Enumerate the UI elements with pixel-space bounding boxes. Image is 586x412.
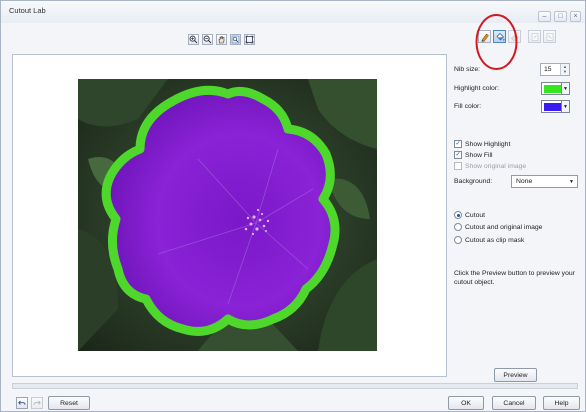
preview-help-text: Click the Preview button to preview your… xyxy=(454,270,575,286)
show-highlight-checkbox[interactable]: ✓ Show Highlight xyxy=(454,140,510,148)
background-value: None xyxy=(516,178,533,185)
fill-color-swatch xyxy=(544,103,561,111)
maximize-icon[interactable]: □ xyxy=(554,11,567,22)
background-select[interactable]: None ▼ xyxy=(511,175,578,188)
horizontal-scrollbar[interactable] xyxy=(12,383,578,389)
fill-color-picker[interactable]: ▼ xyxy=(541,100,570,113)
cutout-lab-window: Cutout Lab – □ × Nib size: 15 ▲ ▼ Highli… xyxy=(0,0,586,412)
show-highlight-label: Show Highlight xyxy=(465,140,511,148)
flower-photo[interactable] xyxy=(78,79,377,351)
redo-icon[interactable] xyxy=(31,397,43,409)
radio-icon[interactable] xyxy=(454,223,462,231)
reset-button[interactable]: Reset xyxy=(48,396,90,410)
nib-size-label: Nib size: xyxy=(454,66,481,73)
annotation-circle xyxy=(475,14,518,70)
pan-hand-icon[interactable] xyxy=(216,34,227,45)
show-fill-checkbox[interactable]: ✓ Show Fill xyxy=(454,151,493,159)
window-title: Cutout Lab xyxy=(9,6,46,15)
chevron-down-icon[interactable]: ▼ xyxy=(561,101,569,112)
radio-cutout[interactable]: Cutout xyxy=(454,211,485,219)
close-icon[interactable]: × xyxy=(570,11,581,22)
radio-icon[interactable] xyxy=(454,236,462,244)
nib-size-stepper[interactable]: 15 ▲ ▼ xyxy=(540,63,570,76)
minimize-icon[interactable]: – xyxy=(538,11,551,22)
cancel-button[interactable]: Cancel xyxy=(492,396,536,410)
highlight-color-picker[interactable]: ▼ xyxy=(541,82,570,95)
background-label: Background: xyxy=(454,178,493,185)
radio-clip-mask-label: Cutout as clip mask xyxy=(465,236,525,244)
remove-detail-icon[interactable] xyxy=(543,30,556,43)
checkbox-icon[interactable]: ✓ xyxy=(454,140,462,148)
ok-button[interactable]: OK xyxy=(448,396,484,410)
checkbox-icon[interactable] xyxy=(454,162,462,170)
radio-icon[interactable] xyxy=(454,211,462,219)
stepper-arrows-icon[interactable]: ▲ ▼ xyxy=(560,64,569,75)
extract-icon[interactable] xyxy=(528,30,541,43)
chevron-down-icon[interactable]: ▼ xyxy=(569,179,574,185)
zoom-in-icon[interactable] xyxy=(188,34,199,45)
fill-color-label: Fill color: xyxy=(454,103,482,110)
zoom-out-icon[interactable] xyxy=(202,34,213,45)
highlight-color-swatch xyxy=(544,85,561,93)
actual-size-icon[interactable] xyxy=(244,34,255,45)
undo-icon[interactable] xyxy=(16,397,28,409)
radio-cutout-label: Cutout xyxy=(465,211,486,219)
checkbox-icon[interactable]: ✓ xyxy=(454,151,462,159)
radio-cutout-original[interactable]: Cutout and original image xyxy=(454,223,542,231)
help-button[interactable]: Help xyxy=(543,396,580,410)
highlight-color-label: Highlight color: xyxy=(454,85,499,92)
nib-size-value: 15 xyxy=(544,66,552,73)
zoom-fit-icon[interactable] xyxy=(230,34,241,45)
show-original-label: Show original image xyxy=(465,162,527,170)
show-fill-label: Show Fill xyxy=(465,151,493,159)
show-original-checkbox[interactable]: Show original image xyxy=(454,162,526,170)
preview-button[interactable]: Preview xyxy=(494,368,537,382)
radio-cutout-original-label: Cutout and original image xyxy=(465,223,543,231)
radio-clip-mask[interactable]: Cutout as clip mask xyxy=(454,236,524,244)
chevron-down-icon[interactable]: ▼ xyxy=(561,83,569,94)
